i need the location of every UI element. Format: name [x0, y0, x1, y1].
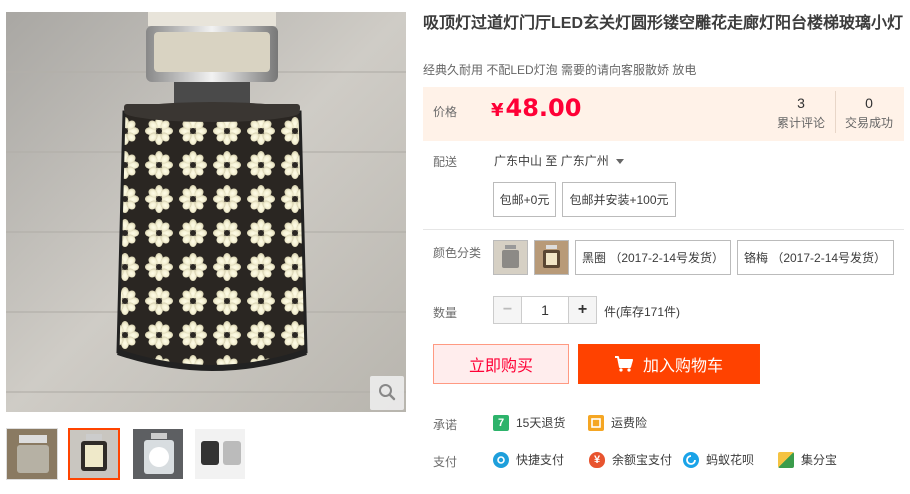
payment-jifenbao[interactable]: 集分宝	[778, 451, 837, 468]
search-icon	[378, 383, 396, 404]
add-to-cart-label: 加入购物车	[642, 358, 723, 375]
shipping-destination[interactable]: 广东中山 至 广东广州	[494, 152, 625, 169]
add-to-cart-button[interactable]: 加入购物车	[578, 344, 760, 384]
payment-huabei[interactable]: 蚂蚁花呗	[683, 451, 754, 468]
promise-return-text: 15天退货	[516, 416, 566, 430]
ship-from: 广东中山	[494, 154, 543, 168]
return-7day-icon: 7	[493, 414, 509, 431]
product-subtitle: 经典久耐用 不配LED灯泡 需要的请向客服散娇 放电	[423, 63, 697, 77]
divider	[423, 229, 904, 230]
color-label: 颜色分类	[433, 246, 482, 260]
reviews-label: 累计评论	[776, 116, 825, 130]
huabei-icon	[683, 451, 699, 468]
chevron-down-icon	[616, 159, 625, 165]
lamp-photo	[6, 12, 406, 412]
payment-label: 支付	[433, 455, 458, 469]
promise-insurance[interactable]: 运费险	[588, 414, 647, 431]
stock-text: 件(库存171件)	[604, 305, 681, 319]
price-panel: 价格 ¥48.00 3 累计评论 0 交易成功	[423, 87, 904, 141]
ship-to: 广东广州	[560, 154, 609, 168]
sales-stat: 0 交易成功	[836, 95, 902, 131]
yuebao-icon: ¥	[589, 451, 605, 468]
quantity-label: 数量	[433, 306, 458, 320]
sales-label: 交易成功	[844, 116, 893, 130]
price-value: ¥48.00	[491, 94, 581, 122]
main-product-image[interactable]	[6, 12, 406, 412]
color-option-chrome[interactable]: 铬梅 （2017-2-14号发货）	[737, 240, 894, 275]
zoom-button[interactable]	[370, 376, 404, 410]
price-amount: 48.00	[505, 94, 582, 122]
thumbnail-4[interactable]	[194, 428, 246, 480]
color-option-black[interactable]: 黑圈 （2017-2-14号发货）	[575, 240, 731, 275]
shipping-option-free[interactable]: 包邮+0元	[493, 182, 556, 217]
freight-insurance-icon	[588, 414, 604, 431]
color-swatch-1[interactable]	[493, 240, 528, 275]
product-title: 吸顶灯过道灯门厅LED玄关灯圆形镂空雕花走廊灯阳台楼梯玻璃小灯	[423, 15, 904, 32]
buy-now-button[interactable]: 立即购买	[433, 344, 569, 384]
payment-huabei-text: 蚂蚁花呗	[706, 453, 755, 467]
payment-yuebao-text: 余额宝支付	[612, 453, 673, 467]
sales-count: 0	[865, 95, 873, 111]
quantity-increase-button[interactable]: +	[568, 296, 597, 324]
quantity-input[interactable]: 1	[522, 296, 568, 324]
quantity-decrease-button[interactable]: −	[493, 296, 522, 324]
ship-to-word: 至	[545, 154, 558, 168]
promise-insurance-text: 运费险	[611, 416, 648, 430]
quickpay-icon	[493, 451, 509, 468]
promise-return[interactable]: 7 15天退货	[493, 414, 565, 431]
payment-jifenbao-text: 集分宝	[801, 453, 838, 467]
thumbnail-strip	[6, 428, 406, 480]
shipping-option-install[interactable]: 包邮并安装+100元	[562, 182, 676, 217]
reviews-stat[interactable]: 3 累计评论	[768, 95, 834, 131]
cart-icon	[614, 356, 633, 372]
thumbnail-2[interactable]	[68, 428, 120, 480]
thumbnail-3[interactable]	[132, 428, 184, 480]
shipping-label: 配送	[433, 155, 458, 169]
payment-yuebao[interactable]: ¥ 余额宝支付	[589, 451, 672, 468]
price-label: 价格	[433, 105, 458, 119]
quantity-stepper: − 1 +	[493, 296, 597, 324]
reviews-count: 3	[797, 95, 805, 111]
payment-quickpay[interactable]: 快捷支付	[493, 451, 564, 468]
currency-symbol: ¥	[491, 100, 504, 121]
thumbnail-1[interactable]	[6, 428, 58, 480]
jifenbao-icon	[778, 451, 794, 468]
color-swatch-2[interactable]	[534, 240, 569, 275]
promise-label: 承诺	[433, 418, 458, 432]
payment-quickpay-text: 快捷支付	[516, 453, 565, 467]
